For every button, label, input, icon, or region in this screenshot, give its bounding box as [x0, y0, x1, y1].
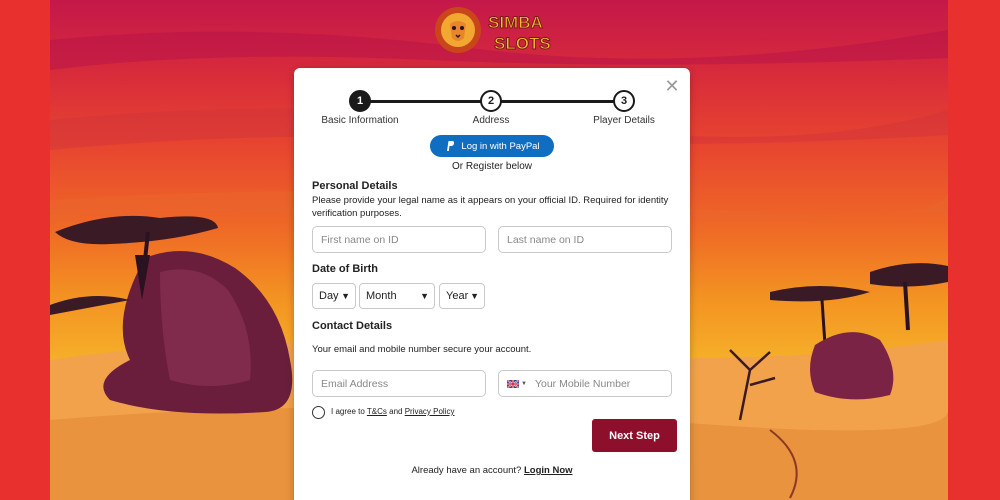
- mobile-placeholder: Your Mobile Number: [534, 377, 631, 390]
- country-caret-icon[interactable]: ▼: [521, 381, 527, 387]
- step-1-label: Basic Information: [321, 115, 399, 126]
- lion-logo-icon: SIMBA SLOTS: [435, 7, 551, 54]
- step-2-circle: 2: [480, 90, 502, 112]
- contact-details-description: Your email and mobile number secure your…: [312, 344, 532, 355]
- agree-checkbox[interactable]: [312, 406, 325, 419]
- step-3-circle: 3: [613, 90, 635, 112]
- chevron-down-icon: ▼: [341, 291, 350, 301]
- paypal-icon: [447, 141, 455, 151]
- step-2-label: Address: [472, 115, 510, 126]
- email-placeholder: Email Address: [321, 377, 389, 390]
- dob-day-value: Day: [319, 290, 339, 302]
- personal-details-title: Personal Details: [312, 180, 398, 192]
- next-step-button[interactable]: Next Step: [592, 419, 677, 452]
- already-have-account: Already have an account? Login Now: [294, 465, 690, 476]
- next-step-label: Next Step: [609, 429, 660, 442]
- privacy-policy-link[interactable]: Privacy Policy: [405, 407, 455, 416]
- last-name-placeholder: Last name on ID: [507, 233, 585, 246]
- dob-day-select[interactable]: Day ▼: [312, 283, 356, 309]
- dob-year-value: Year: [446, 290, 469, 302]
- date-of-birth-title: Date of Birth: [312, 263, 378, 275]
- last-name-field[interactable]: Last name on ID: [498, 226, 672, 253]
- dob-month-value: Month: [366, 290, 397, 302]
- logo-line1: SIMBA: [488, 13, 543, 32]
- logo-line2: SLOTS: [494, 34, 551, 53]
- registration-stepper: 1 2 3 Basic Information Address Player D…: [294, 90, 690, 130]
- uk-flag-icon[interactable]: [507, 379, 519, 388]
- registration-modal: ✕ 1 2 3 Basic Information Address Player…: [294, 68, 690, 500]
- simba-slots-logo[interactable]: SIMBA SLOTS: [432, 4, 554, 56]
- first-name-placeholder: First name on ID: [321, 233, 399, 246]
- chevron-down-icon: ▼: [470, 291, 479, 301]
- agree-text: I agree to T&Cs and Privacy Policy: [331, 407, 454, 416]
- dob-month-select[interactable]: Month ▼: [359, 283, 435, 309]
- already-prompt: Already have an account?: [411, 465, 524, 476]
- dob-year-select[interactable]: Year ▼: [439, 283, 485, 309]
- mobile-number-field[interactable]: ▼ Your Mobile Number: [498, 370, 672, 397]
- or-register-text: Or Register below: [451, 161, 533, 172]
- login-now-link[interactable]: Login Now: [524, 465, 573, 476]
- tcs-link[interactable]: T&Cs: [367, 407, 387, 416]
- email-field[interactable]: Email Address: [312, 370, 486, 397]
- contact-details-title: Contact Details: [312, 320, 393, 332]
- agree-and: and: [386, 407, 405, 416]
- step-3-label: Player Details: [593, 115, 655, 126]
- first-name-field[interactable]: First name on ID: [312, 226, 486, 253]
- chevron-down-icon: ▼: [420, 291, 429, 301]
- paypal-login-button[interactable]: Log in with PayPal: [430, 135, 554, 157]
- paypal-button-label: Log in with PayPal: [461, 140, 540, 152]
- agree-prefix: I agree to: [331, 407, 367, 416]
- step-1-circle: 1: [349, 90, 371, 112]
- personal-details-description: Please provide your legal name as it app…: [312, 195, 669, 219]
